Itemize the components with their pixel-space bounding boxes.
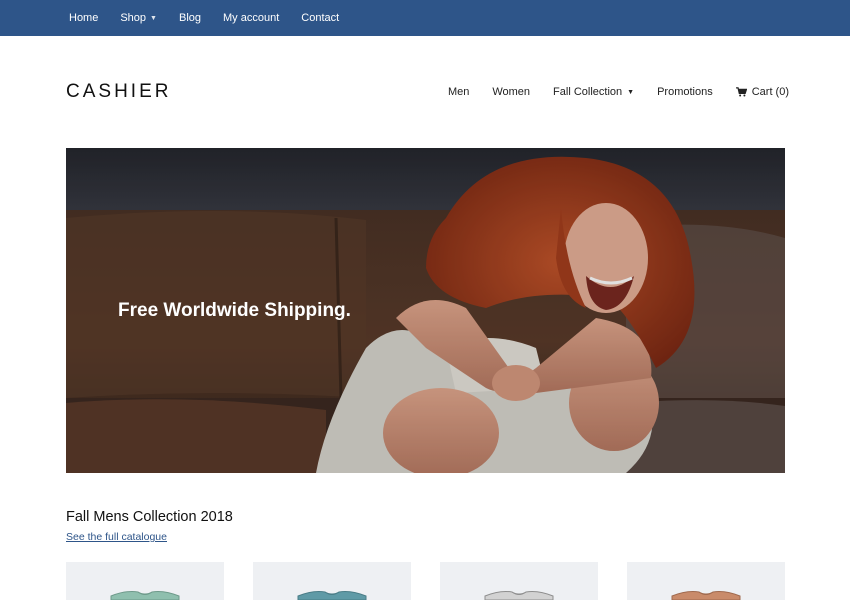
product-card[interactable] (440, 562, 598, 600)
topbar-link-contact[interactable]: Contact (301, 12, 339, 24)
nav-item-women[interactable]: Women (492, 86, 530, 98)
topbar-link-blog-label: Blog (178, 12, 202, 24)
tshirt-icon (297, 591, 367, 600)
product-card[interactable] (253, 562, 411, 600)
shopping-cart-icon (735, 87, 747, 97)
tshirt-icon (671, 591, 741, 600)
topbar-link-shop-label: Shop (120, 12, 147, 24)
topbar-link-home-label: Home (69, 12, 99, 24)
main-navigation: Men Women Fall Collection ▼ Promotions C… (425, 86, 789, 98)
product-card[interactable] (627, 562, 785, 600)
chevron-down-icon: ▼ (150, 14, 157, 22)
nav-item-fall-collection-label: Fall Collection (553, 86, 623, 98)
hero-headline: Free Worldwide Shipping. (118, 300, 351, 321)
nav-item-promotions[interactable]: Promotions (657, 86, 713, 98)
top-utility-bar: Home Shop ▼ Blog My account Contact (0, 0, 850, 36)
hero-banner[interactable]: Free Worldwide Shipping. (66, 148, 785, 473)
tshirt-icon (484, 591, 554, 600)
chevron-down-icon: ▼ (627, 88, 635, 96)
cart-label: Cart (0) (751, 86, 789, 98)
tshirt-icon (110, 591, 180, 600)
topbar-link-my-account-label: My account (223, 12, 280, 24)
topbar-link-my-account[interactable]: My account (223, 12, 279, 24)
product-card[interactable] (66, 562, 224, 600)
cart-link[interactable]: Cart (0) (735, 86, 789, 98)
topbar-link-shop[interactable]: Shop ▼ (120, 12, 157, 24)
see-full-catalogue-link[interactable]: See the full catalogue (66, 531, 167, 543)
site-header: CASHIER Men Women Fall Collection ▼ Prom… (0, 36, 850, 148)
topbar-link-blog[interactable]: Blog (179, 12, 201, 24)
nav-item-men[interactable]: Men (448, 86, 469, 98)
collection-title: Fall Mens Collection 2018 (66, 509, 233, 525)
topbar-link-contact-label: Contact (301, 12, 340, 24)
site-logo[interactable]: CASHIER (66, 81, 171, 103)
nav-item-fall-collection[interactable]: Fall Collection ▼ (553, 86, 634, 98)
topbar-link-home[interactable]: Home (69, 12, 98, 24)
